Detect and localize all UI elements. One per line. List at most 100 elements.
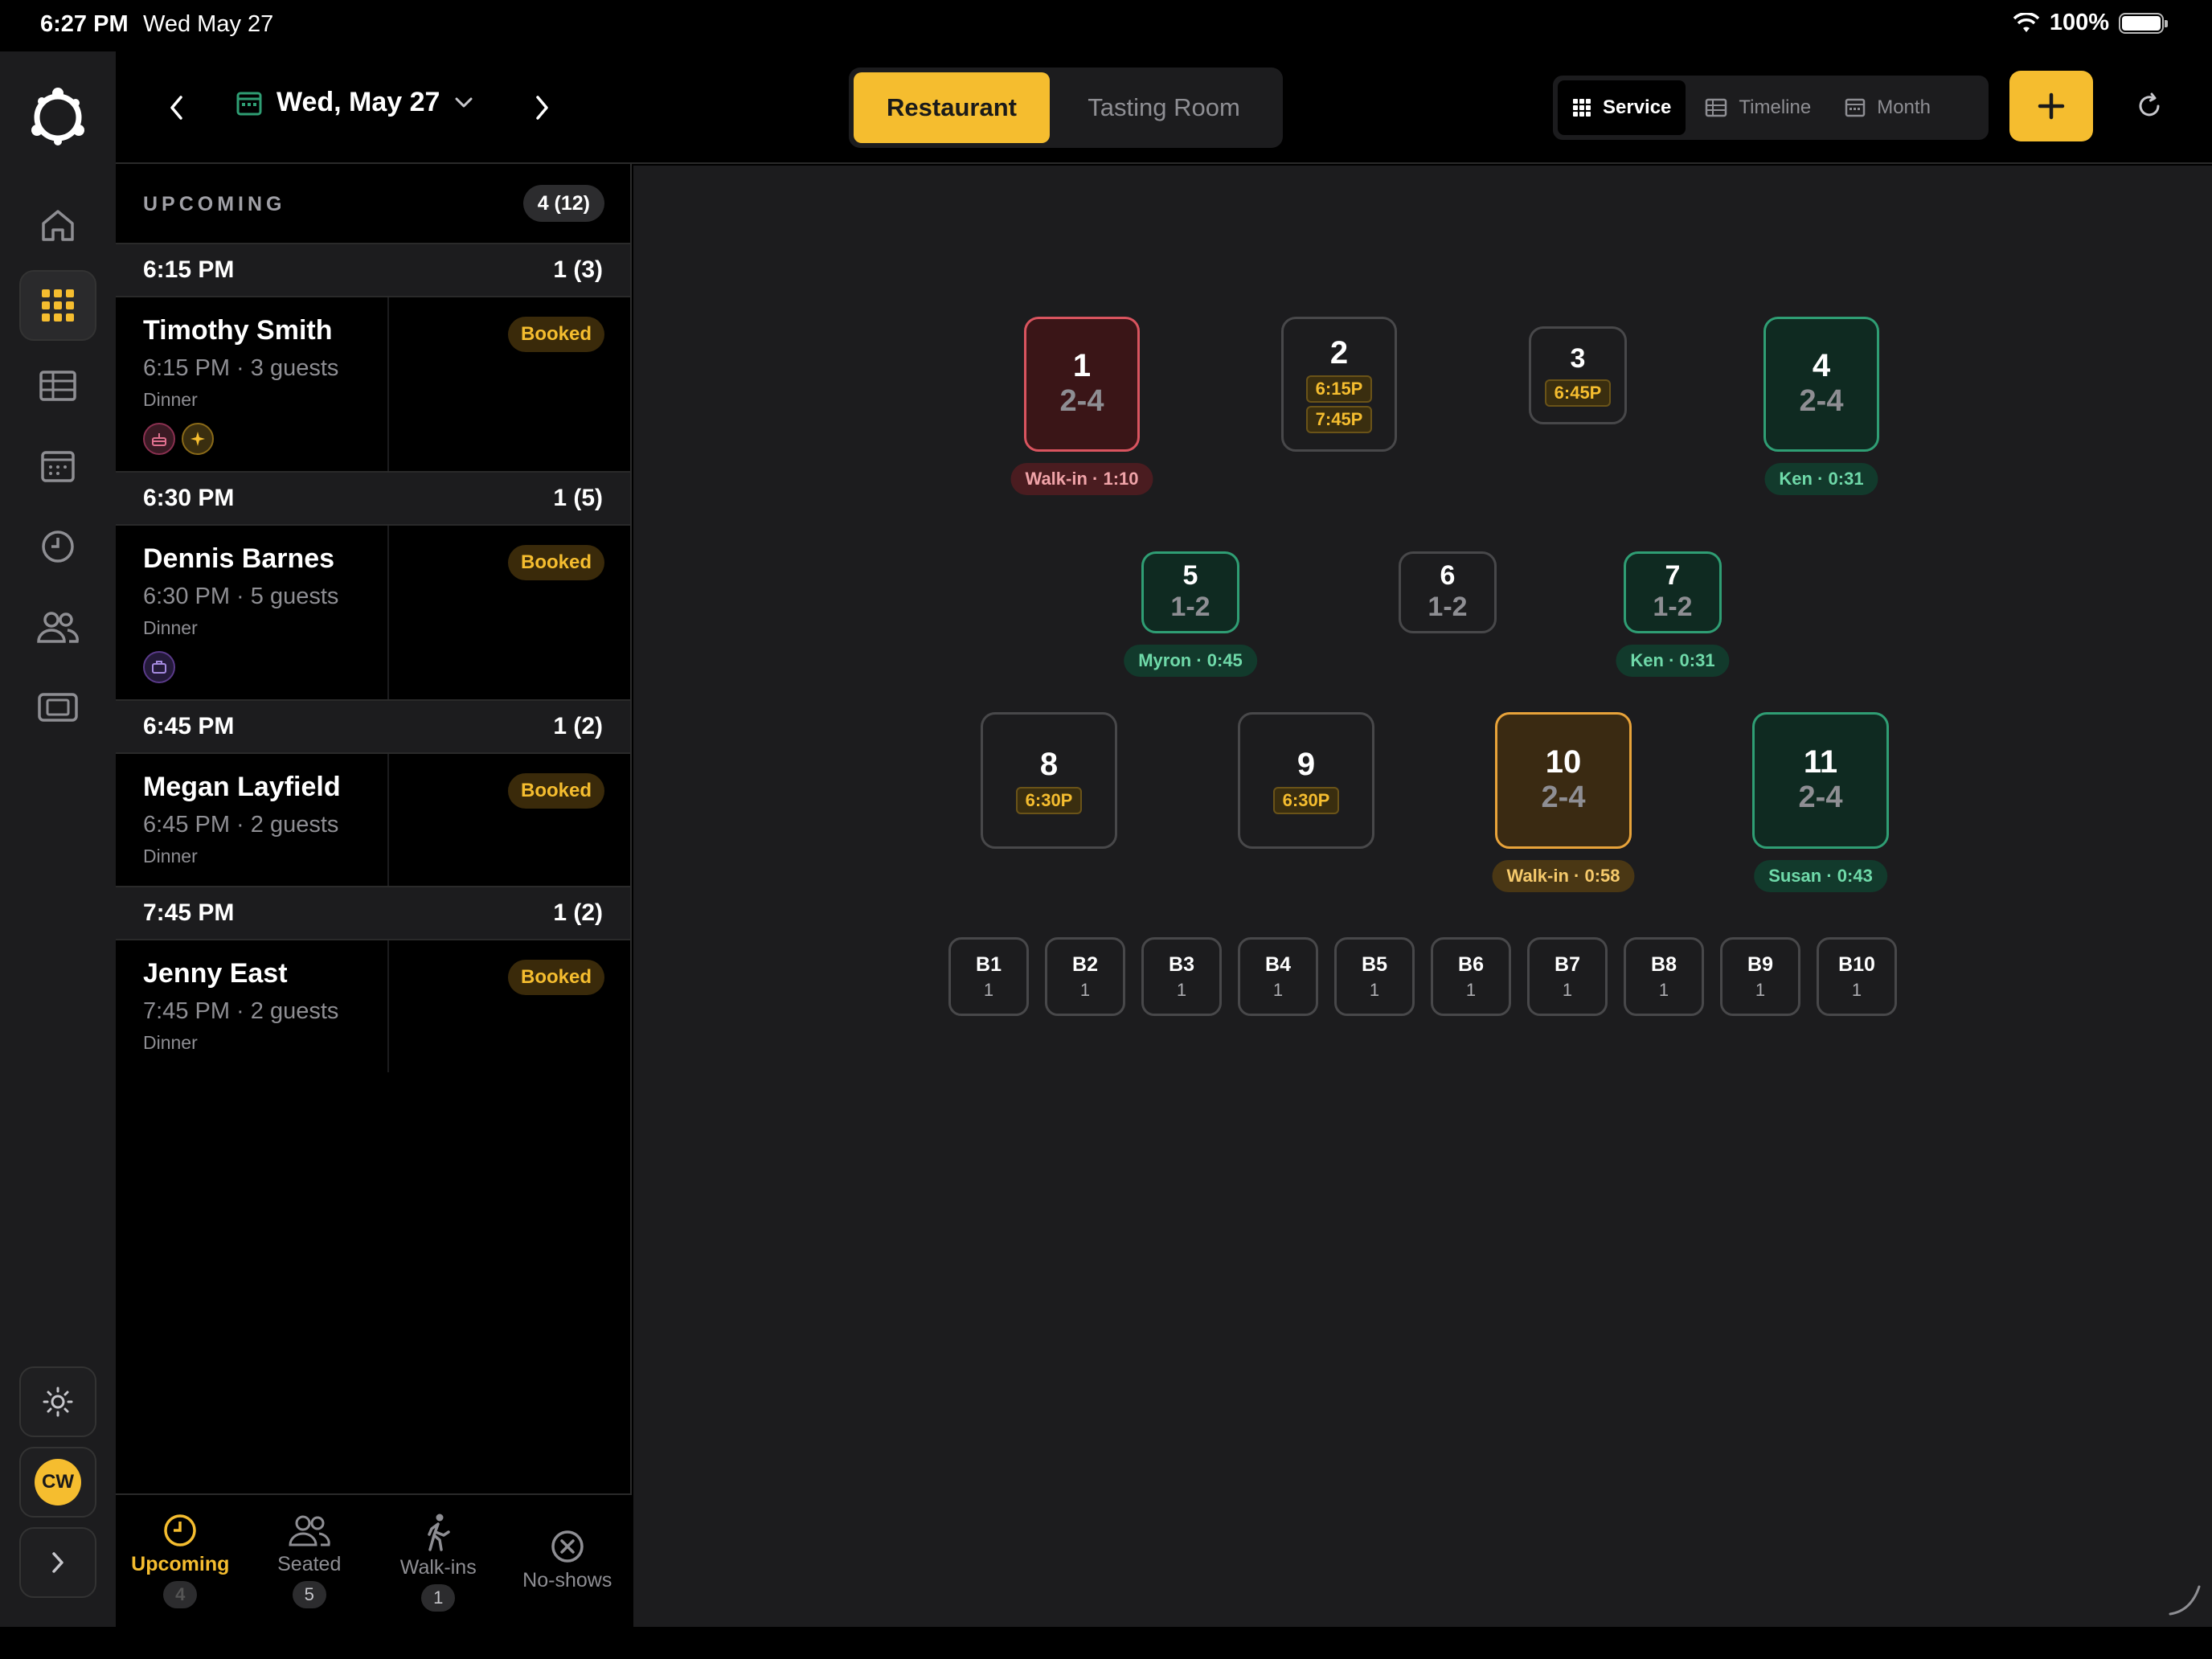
reservation-time-chip: 6:30P — [1015, 787, 1083, 814]
tab-restaurant[interactable]: Restaurant — [854, 72, 1050, 143]
table-list-button[interactable] — [19, 350, 96, 421]
refresh-icon — [2139, 92, 2160, 117]
avatar: CW — [35, 1459, 81, 1505]
date-picker[interactable]: Wed, May 27 — [236, 87, 473, 118]
guests-button[interactable] — [19, 592, 96, 662]
table-capacity: 1-2 — [1170, 592, 1210, 623]
table-number: 1 — [1072, 348, 1092, 384]
table-icon — [39, 371, 76, 401]
home-button[interactable] — [19, 190, 96, 260]
chevron-right-icon — [536, 96, 548, 120]
reservation-time-chip: 6:15P — [1305, 375, 1373, 403]
sparkle-icon — [182, 423, 214, 455]
time-group-header: 6:30 PM 1 (5) — [116, 471, 630, 526]
panel-title: UPCOMING — [143, 193, 286, 215]
bar-seat-b5[interactable]: B5 1 — [1334, 937, 1415, 1016]
seat-capacity: 1 — [1369, 979, 1380, 1000]
tab-upcoming-label: Upcoming — [131, 1553, 230, 1575]
table-11[interactable]: 11 2-4 — [1752, 712, 1889, 849]
tab-no-shows[interactable]: No-shows — [503, 1495, 633, 1627]
theme-toggle-button[interactable] — [19, 1366, 96, 1437]
people-icon — [289, 1515, 330, 1546]
bar-seat-b3[interactable]: B3 1 — [1141, 937, 1222, 1016]
seat-name: B8 — [1651, 952, 1677, 976]
table-6[interactable]: 6 1-2 — [1399, 551, 1497, 633]
table-1[interactable]: 1 2-4 — [1024, 317, 1140, 452]
table-status: Walk-in · 1:10 — [1010, 463, 1153, 495]
tab-month[interactable]: Month — [1830, 80, 1945, 135]
tab-upcoming[interactable]: Upcoming 4 — [116, 1495, 245, 1627]
table-number: 7 — [1665, 559, 1681, 591]
tab-timeline[interactable]: Timeline — [1690, 80, 1825, 135]
previous-day-button[interactable] — [153, 84, 201, 132]
bar-seat-b8[interactable]: B8 1 — [1624, 937, 1704, 1016]
left-rail: CW — [0, 51, 116, 1627]
time-group-header: 6:15 PM 1 (3) — [116, 243, 630, 297]
reservation-time-chip: 6:45P — [1544, 379, 1612, 407]
chevron-left-icon — [170, 96, 182, 120]
bar-seat-b4[interactable]: B4 1 — [1238, 937, 1318, 1016]
reservation-details: 6:45 PM · 2 guests — [143, 812, 339, 838]
table-number: 8 — [1039, 747, 1059, 782]
table-4[interactable]: 4 2-4 — [1763, 317, 1879, 452]
floor-plan-button[interactable] — [19, 270, 96, 341]
seat-capacity: 1 — [1079, 979, 1091, 1000]
table-3[interactable]: 3 6:45P — [1529, 326, 1627, 424]
reservation-time-chip: 7:45P — [1305, 406, 1373, 433]
status-bar: 6:27 PM Wed May 27 100% — [0, 0, 2212, 51]
resize-handle-icon — [2169, 1585, 2201, 1616]
tab-timeline-label: Timeline — [1739, 96, 1812, 118]
reservation-row[interactable]: Timothy Smith 6:15 PM · 3 guests Dinner … — [116, 297, 630, 471]
seat-name: B9 — [1747, 952, 1773, 976]
tab-walk-ins[interactable]: Walk-ins 1 — [374, 1495, 503, 1627]
guest-tags — [143, 423, 214, 455]
bar-seat-b7[interactable]: B7 1 — [1527, 937, 1608, 1016]
bar-seat-b2[interactable]: B2 1 — [1045, 937, 1125, 1016]
table-number: 3 — [1570, 343, 1586, 375]
battery-icon — [2119, 12, 2168, 34]
calendar-button[interactable] — [19, 431, 96, 502]
seat-capacity: 1 — [1658, 979, 1669, 1000]
seated-count: 5 — [292, 1581, 326, 1608]
grid-icon — [1573, 99, 1591, 117]
bar-seat-b10[interactable]: B10 1 — [1817, 937, 1897, 1016]
table-status: Myron · 0:45 — [1124, 645, 1257, 677]
reservation-details: 6:30 PM · 5 guests — [143, 584, 339, 609]
bar-seat-b6[interactable]: B6 1 — [1431, 937, 1511, 1016]
walk-ins-count: 1 — [421, 1584, 456, 1612]
seat-name: B7 — [1555, 952, 1580, 976]
tab-service[interactable]: Service — [1558, 80, 1686, 135]
tickets-button[interactable] — [19, 672, 96, 743]
history-button[interactable] — [19, 511, 96, 582]
upcoming-count-badge: 4 (12) — [522, 185, 604, 222]
user-profile-button[interactable]: CW — [19, 1447, 96, 1518]
table-10[interactable]: 10 2-4 — [1495, 712, 1632, 849]
next-day-button[interactable] — [518, 84, 566, 132]
table-icon — [1706, 98, 1727, 117]
table-7[interactable]: 7 1-2 — [1624, 551, 1722, 633]
guest-name: Megan Layfield — [143, 772, 341, 802]
refresh-button[interactable] — [2125, 82, 2173, 130]
reservation-row[interactable]: Jenny East 7:45 PM · 2 guests Dinner Boo… — [116, 940, 630, 1072]
table-2[interactable]: 2 6:15P 7:45P — [1281, 317, 1397, 452]
table-5[interactable]: 5 1-2 — [1141, 551, 1239, 633]
tab-seated[interactable]: Seated 5 — [245, 1495, 375, 1627]
tab-tasting-room[interactable]: Tasting Room — [1050, 72, 1278, 143]
expand-rail-button[interactable] — [19, 1527, 96, 1598]
reservation-row[interactable]: Dennis Barnes 6:30 PM · 5 guests Dinner … — [116, 526, 630, 699]
table-capacity: 1-2 — [1653, 592, 1693, 623]
floor-plan: 1 2-4 Walk-in · 1:10 2 6:15P 7:45P 3 6:4… — [633, 166, 2212, 1627]
wifi-icon — [2013, 12, 2040, 32]
bar-seat-b9[interactable]: B9 1 — [1720, 937, 1800, 1016]
bar-seat-b1[interactable]: B1 1 — [948, 937, 1029, 1016]
table-8[interactable]: 8 6:30P — [981, 712, 1117, 849]
top-bar: Wed, May 27 Restaurant Tasting Room Serv… — [116, 51, 2212, 164]
add-reservation-button[interactable] — [2009, 71, 2093, 141]
reservation-type: Dinner — [143, 617, 198, 638]
group-count: 1 (2) — [553, 899, 603, 926]
table-capacity: 2-4 — [1059, 384, 1104, 419]
reservation-row[interactable]: Megan Layfield 6:45 PM · 2 guests Dinner… — [116, 754, 630, 886]
table-9[interactable]: 9 6:30P — [1238, 712, 1374, 849]
tab-walk-ins-label: Walk-ins — [399, 1556, 477, 1579]
seat-name: B1 — [976, 952, 1002, 976]
